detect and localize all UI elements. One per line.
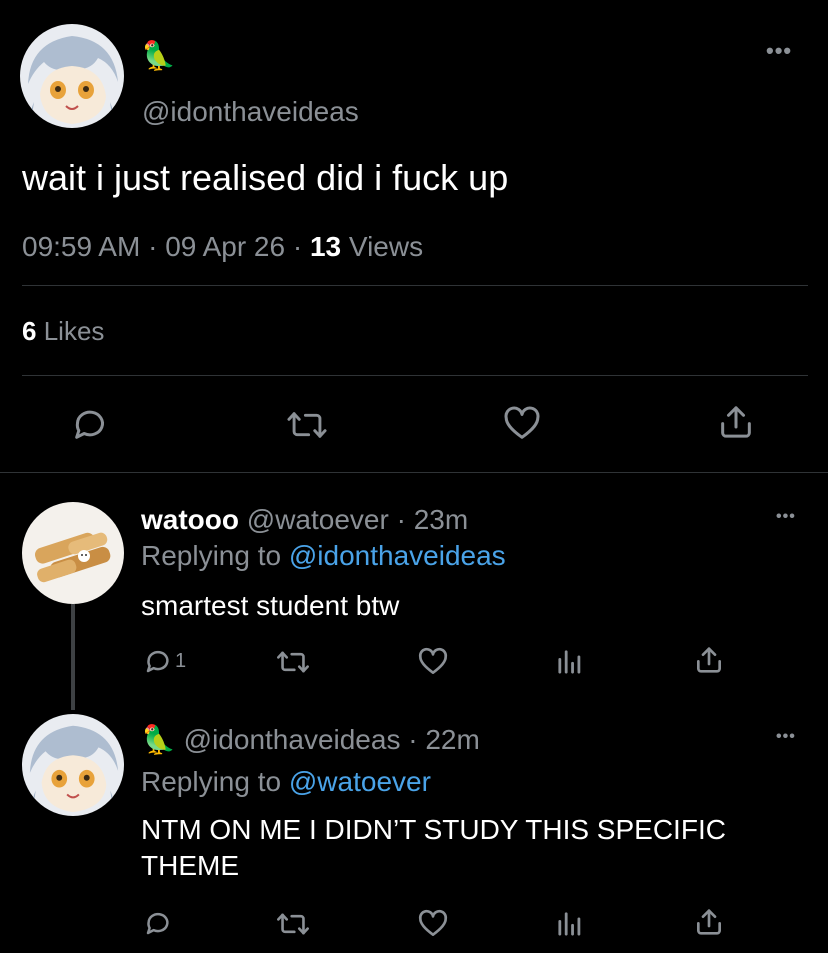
retweet-icon[interactable] bbox=[276, 647, 310, 677]
comment-icon[interactable] bbox=[70, 404, 110, 444]
avatar[interactable] bbox=[22, 502, 124, 604]
analytics-icon[interactable] bbox=[556, 908, 584, 940]
reply-time[interactable]: 22m bbox=[425, 724, 479, 755]
replying-to-link[interactable]: @watoever bbox=[289, 766, 431, 797]
heart-icon[interactable] bbox=[417, 646, 449, 678]
replying-to: Replying to @watoever bbox=[141, 766, 431, 798]
comment-button[interactable]: 1 bbox=[143, 646, 186, 676]
reply-display-name[interactable]: watooo bbox=[141, 504, 239, 535]
retweet-icon[interactable] bbox=[286, 406, 328, 444]
handle[interactable]: @idonthaveideas bbox=[142, 96, 359, 128]
divider bbox=[0, 472, 828, 473]
retweet-icon[interactable] bbox=[276, 909, 310, 939]
share-icon[interactable] bbox=[693, 906, 725, 938]
reply-handle[interactable]: @idonthaveideas bbox=[184, 724, 401, 755]
replying-to-link[interactable]: @idonthaveideas bbox=[289, 540, 506, 571]
likes-label: Likes bbox=[43, 316, 105, 346]
analytics-icon[interactable] bbox=[556, 646, 584, 678]
avatar[interactable] bbox=[20, 24, 124, 128]
reply-header: 🦜 @idonthaveideas · 22m bbox=[141, 724, 480, 756]
replying-label: Replying to bbox=[141, 766, 282, 797]
heart-icon[interactable] bbox=[502, 404, 542, 444]
more-options-icon[interactable]: ••• bbox=[766, 38, 792, 64]
tweet-time[interactable]: 09:59 AM bbox=[22, 231, 140, 262]
display-name[interactable]: 🦜 bbox=[141, 40, 176, 72]
meta-separator: · bbox=[148, 231, 158, 262]
tweet-date[interactable]: 09 Apr 26 bbox=[165, 231, 285, 262]
reply-text: NTM ON ME I DIDN’T STUDY THIS SPECIFIC T… bbox=[141, 814, 726, 881]
replying-label: Replying to bbox=[141, 540, 282, 571]
divider bbox=[22, 285, 808, 286]
divider bbox=[22, 375, 808, 376]
reply-text: smartest student btw bbox=[141, 590, 400, 621]
likes-count: 6 bbox=[22, 316, 37, 346]
views-count: 13 bbox=[309, 231, 342, 262]
meta-separator: · bbox=[292, 231, 303, 262]
more-options-icon[interactable]: ••• bbox=[776, 508, 796, 526]
views-label: Views bbox=[348, 231, 424, 262]
thread-line bbox=[71, 604, 75, 710]
tweet-meta: 09:59 AM · 09 Apr 26 · 13 Views bbox=[22, 230, 423, 264]
avatar[interactable] bbox=[22, 714, 124, 816]
reply-handle[interactable]: @watoever bbox=[247, 504, 389, 535]
share-icon[interactable] bbox=[716, 402, 756, 442]
comment-icon bbox=[143, 646, 173, 676]
reply-separator: · bbox=[396, 504, 406, 535]
reply-time[interactable]: 23m bbox=[414, 504, 468, 535]
more-options-icon[interactable]: ••• bbox=[776, 728, 796, 746]
replying-to: Replying to @idonthaveideas bbox=[141, 540, 506, 572]
reply-header: watooo @watoever · 23m bbox=[141, 504, 468, 536]
reply-display-name[interactable]: 🦜 bbox=[141, 724, 176, 755]
heart-icon[interactable] bbox=[417, 908, 449, 940]
comment-icon[interactable] bbox=[143, 908, 173, 938]
reply-separator: · bbox=[408, 724, 418, 755]
reply-count: 1 bbox=[175, 649, 187, 672]
tweet-text: wait i just realised did i fuck up bbox=[22, 157, 509, 198]
share-icon[interactable] bbox=[693, 644, 725, 676]
likes-stat[interactable]: 6 Likes bbox=[22, 315, 104, 347]
